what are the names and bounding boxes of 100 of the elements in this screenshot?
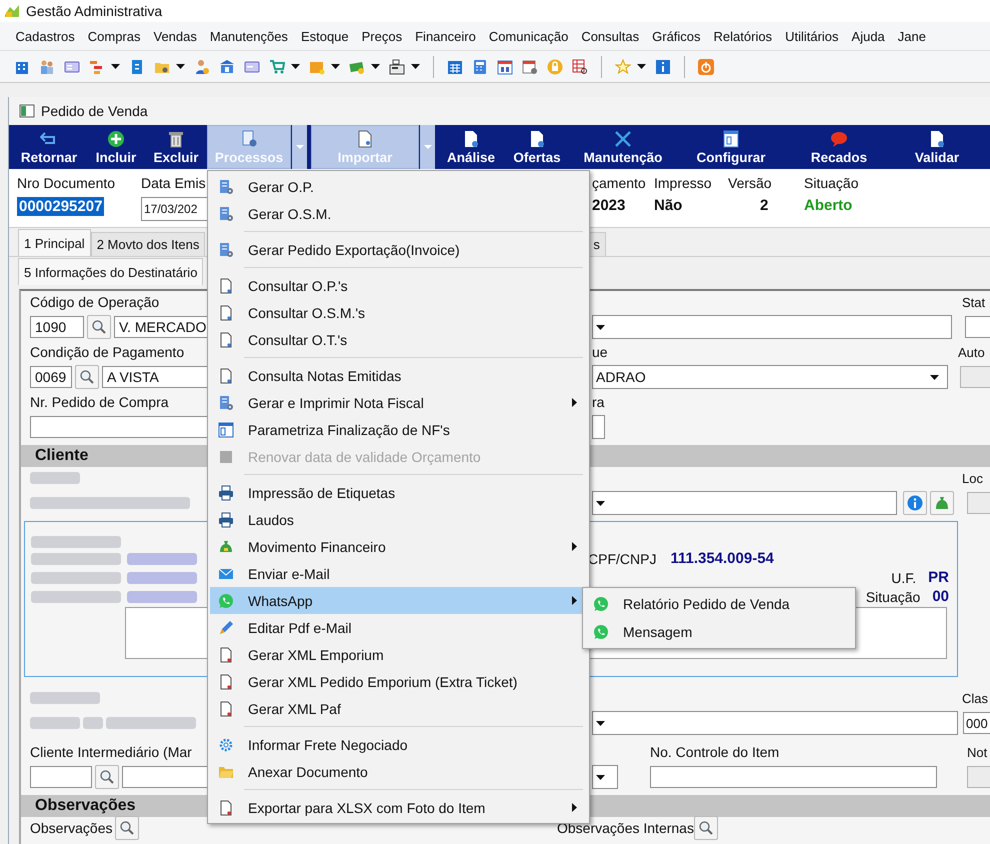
toolbar-button[interactable] — [387, 56, 422, 76]
dropdown-field[interactable] — [592, 415, 605, 439]
menu-item[interactable]: Anexar Documento — [210, 758, 587, 785]
dropdown-field[interactable] — [592, 765, 618, 789]
input-field[interactable] — [30, 766, 92, 788]
info-button[interactable] — [903, 491, 927, 515]
field-label: çamento — [592, 175, 646, 191]
input-field[interactable]: 1090 — [30, 316, 84, 338]
menu-item[interactable]: Informar Frete Negociado — [210, 731, 587, 758]
search-button[interactable] — [115, 816, 140, 840]
tab[interactable]: 2 Movto dos Itens — [90, 232, 206, 256]
menu-item[interactable]: Consultar O.S.M.'s — [210, 299, 587, 326]
menu-item[interactable]: Financeiro — [408, 28, 482, 44]
search-button[interactable] — [75, 365, 99, 389]
bank-icon — [219, 58, 235, 74]
mail-icon — [218, 566, 234, 582]
dropdown-button[interactable] — [419, 125, 435, 169]
menu-item[interactable]: Impressão de Etiquetas — [210, 479, 587, 506]
toolbar-button[interactable]: Incluir — [87, 125, 145, 169]
calculator-icon — [472, 58, 488, 74]
menu-item[interactable]: Gerar Pedido Exportação(Invoice) — [210, 236, 587, 263]
field-label: U.F. — [891, 570, 916, 586]
menu-item[interactable]: Consultar O.T.'s — [210, 326, 587, 353]
menu-item[interactable]: Gerar XML Paf — [210, 695, 587, 722]
document-number[interactable]: 0000295207 — [17, 197, 104, 216]
window-icon — [218, 422, 234, 438]
menu-item[interactable]: Relatórios — [707, 28, 779, 44]
menu-item[interactable]: Laudos — [210, 506, 587, 533]
window-icon — [19, 103, 35, 119]
menu-item[interactable]: Manutenções — [203, 28, 294, 44]
tab[interactable]: 1 Principal — [18, 229, 91, 256]
toolbar-button[interactable] — [613, 56, 648, 76]
menu-item[interactable]: Consultas — [574, 28, 646, 44]
dropdown-field[interactable] — [592, 491, 897, 515]
menu-item[interactable]: Utilitários — [778, 28, 846, 44]
toolbar-button[interactable]: Retornar — [11, 125, 87, 169]
menu-item[interactable]: Ajuda — [845, 28, 892, 44]
caret-icon — [424, 145, 432, 149]
toolbar-button[interactable] — [570, 56, 590, 76]
document-icon — [218, 332, 234, 348]
menu-item[interactable]: Mensagem — [585, 618, 853, 646]
field-label: ra — [592, 394, 604, 410]
toolbar-button[interactable]: Ofertas — [503, 125, 571, 169]
menu-item[interactable]: Estoque — [294, 28, 356, 44]
search-button[interactable] — [95, 765, 119, 789]
input-field[interactable]: 0069 — [30, 366, 72, 388]
caret-icon — [291, 64, 300, 69]
search-button[interactable] — [87, 315, 111, 339]
menu-item[interactable]: Consulta Notas Emitidas — [210, 362, 587, 389]
menu-item[interactable]: Parametriza Finalização de NF's — [210, 416, 587, 443]
menu-item[interactable]: Compras — [81, 28, 147, 44]
menu-item[interactable]: Gerar e Imprimir Nota Fiscal — [210, 389, 587, 416]
input-field[interactable] — [650, 766, 937, 788]
toolbar-button[interactable]: Configurar — [675, 125, 787, 169]
dropdown-button[interactable] — [291, 125, 307, 169]
toolbar-button[interactable]: Manutenção — [571, 125, 675, 169]
toolbar-button[interactable]: Análise — [439, 125, 503, 169]
toolbar-button[interactable]: Recados — [787, 125, 891, 169]
money-bag-button[interactable] — [930, 491, 954, 515]
menu-item[interactable]: Movimento Financeiro — [210, 533, 587, 560]
info-icon — [907, 495, 923, 511]
document-icon — [528, 130, 546, 148]
menu-item[interactable]: Vendas — [147, 28, 204, 44]
menu-item[interactable]: Comunicação — [482, 28, 575, 44]
tab[interactable]: 5 Informações do Destinatário — [18, 258, 204, 285]
menu-item[interactable]: Gerar O.P. — [210, 173, 587, 200]
menu-item[interactable]: Gerar XML Emporium — [210, 641, 587, 668]
document-icon — [129, 58, 145, 74]
menu-item[interactable]: Consultar O.P.'s — [210, 272, 587, 299]
menu-item[interactable]: Gerar XML Pedido Emporium (Extra Ticket) — [210, 668, 587, 695]
menu-item[interactable]: Gráficos — [646, 28, 708, 44]
field-label: Código de Operação — [30, 294, 160, 310]
dropdown-field[interactable]: ADRAO — [592, 365, 948, 389]
dropdown-field[interactable] — [592, 711, 958, 735]
input-field[interactable]: 000 — [963, 712, 990, 734]
field-label: Auto — [958, 344, 985, 360]
caret-icon — [637, 64, 646, 69]
menu-item[interactable]: Relatório Pedido de Venda — [585, 590, 853, 618]
tools-icon — [614, 130, 632, 148]
app-title: Gestão Administrativa — [26, 3, 162, 19]
toolbar-button[interactable]: Validar — [891, 125, 983, 169]
menu-item[interactable]: Enviar e-Mail — [210, 560, 587, 587]
menu-item[interactable]: Cadastros — [9, 28, 82, 44]
calendar-grid-icon — [447, 58, 463, 74]
caret-icon — [176, 64, 185, 69]
search-button[interactable] — [694, 816, 718, 840]
toolbar-button[interactable]: Excluir — [145, 125, 207, 169]
field-value: Não — [654, 197, 682, 214]
speech-bubble-icon — [830, 130, 848, 148]
phone-bubble-icon — [218, 592, 234, 608]
menu-item[interactable]: Gerar O.S.M. — [210, 200, 587, 227]
dropdown-field[interactable] — [592, 315, 952, 339]
caret-icon — [296, 145, 304, 149]
input-field[interactable] — [960, 366, 990, 388]
pencil-icon — [218, 620, 234, 636]
power-icon — [698, 58, 714, 74]
menu-item[interactable]: Jane — [891, 28, 932, 44]
gear-icon — [218, 736, 234, 752]
phone-bubble-icon — [593, 624, 609, 640]
menu-item[interactable]: Preços — [355, 28, 409, 44]
